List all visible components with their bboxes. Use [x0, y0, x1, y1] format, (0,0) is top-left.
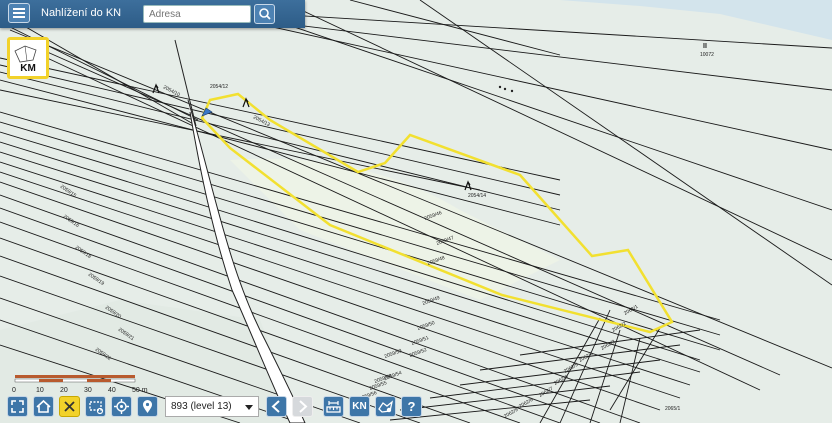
- parcel-label: 2065/1: [665, 406, 681, 412]
- locate-button[interactable]: [111, 396, 132, 417]
- svg-text:50 m: 50 m: [132, 387, 148, 394]
- next-view-button[interactable]: [292, 396, 313, 417]
- chevron-left-icon: [271, 400, 280, 413]
- layer-label: KM: [20, 63, 36, 74]
- home-button[interactable]: [33, 396, 54, 417]
- svg-text:30: 30: [84, 387, 92, 394]
- kn-label: KN: [352, 401, 367, 412]
- top-bar: Nahlížení do KN: [0, 0, 305, 28]
- fullscreen-icon: [11, 400, 24, 413]
- menu-button[interactable]: [8, 3, 30, 23]
- svg-text:40: 40: [108, 387, 116, 394]
- chevron-right-icon: [299, 400, 308, 413]
- zoom-rectangle-icon: [89, 401, 104, 415]
- zoom-level-select[interactable]: 893 (level 13): [165, 396, 259, 417]
- clear-selection-button[interactable]: [59, 396, 80, 417]
- zoom-level-value: 893 (level 13): [171, 401, 232, 412]
- search-icon: [259, 8, 271, 20]
- address-search-input[interactable]: [143, 5, 251, 23]
- svg-text:20: 20: [60, 387, 68, 394]
- scale-labels: 0 10 20 30 40 50 m: [12, 387, 148, 394]
- parcel-label: 2054/12: [210, 84, 228, 90]
- scale-bar: 0 10 20 30 40 50 m: [12, 375, 148, 394]
- map-pin-icon: [143, 400, 152, 413]
- map-layers-icon: [378, 400, 394, 413]
- hamburger-icon: [13, 8, 25, 10]
- chevron-down-icon: [245, 405, 253, 410]
- search-button[interactable]: [254, 4, 275, 24]
- cadastral-map[interactable]: 2054/10 2054/122054/132054/14100722059/15…: [0, 0, 832, 423]
- map-layers-button[interactable]: [375, 396, 396, 417]
- app-title: Nahlížení do KN: [41, 7, 122, 19]
- ownership-symbol: II: [703, 43, 707, 50]
- crosshair-icon: [114, 399, 129, 414]
- home-icon: [36, 399, 51, 413]
- ruler-icon: [326, 401, 341, 413]
- marker-button[interactable]: [137, 396, 158, 417]
- layer-switcher-km[interactable]: KM: [7, 37, 49, 79]
- measure-button[interactable]: [323, 396, 344, 417]
- previous-view-button[interactable]: [266, 396, 287, 417]
- close-icon: [64, 401, 75, 412]
- zoom-box-button[interactable]: [85, 396, 106, 417]
- parcel-label: 10072: [700, 52, 714, 58]
- kn-button[interactable]: KN: [349, 396, 370, 417]
- svg-text:10: 10: [36, 387, 44, 394]
- help-label: ?: [407, 399, 416, 414]
- fullscreen-button[interactable]: [7, 396, 28, 417]
- help-button[interactable]: ?: [401, 396, 422, 417]
- svg-text:0: 0: [12, 387, 16, 394]
- parcel-label: 2054/14: [468, 193, 486, 199]
